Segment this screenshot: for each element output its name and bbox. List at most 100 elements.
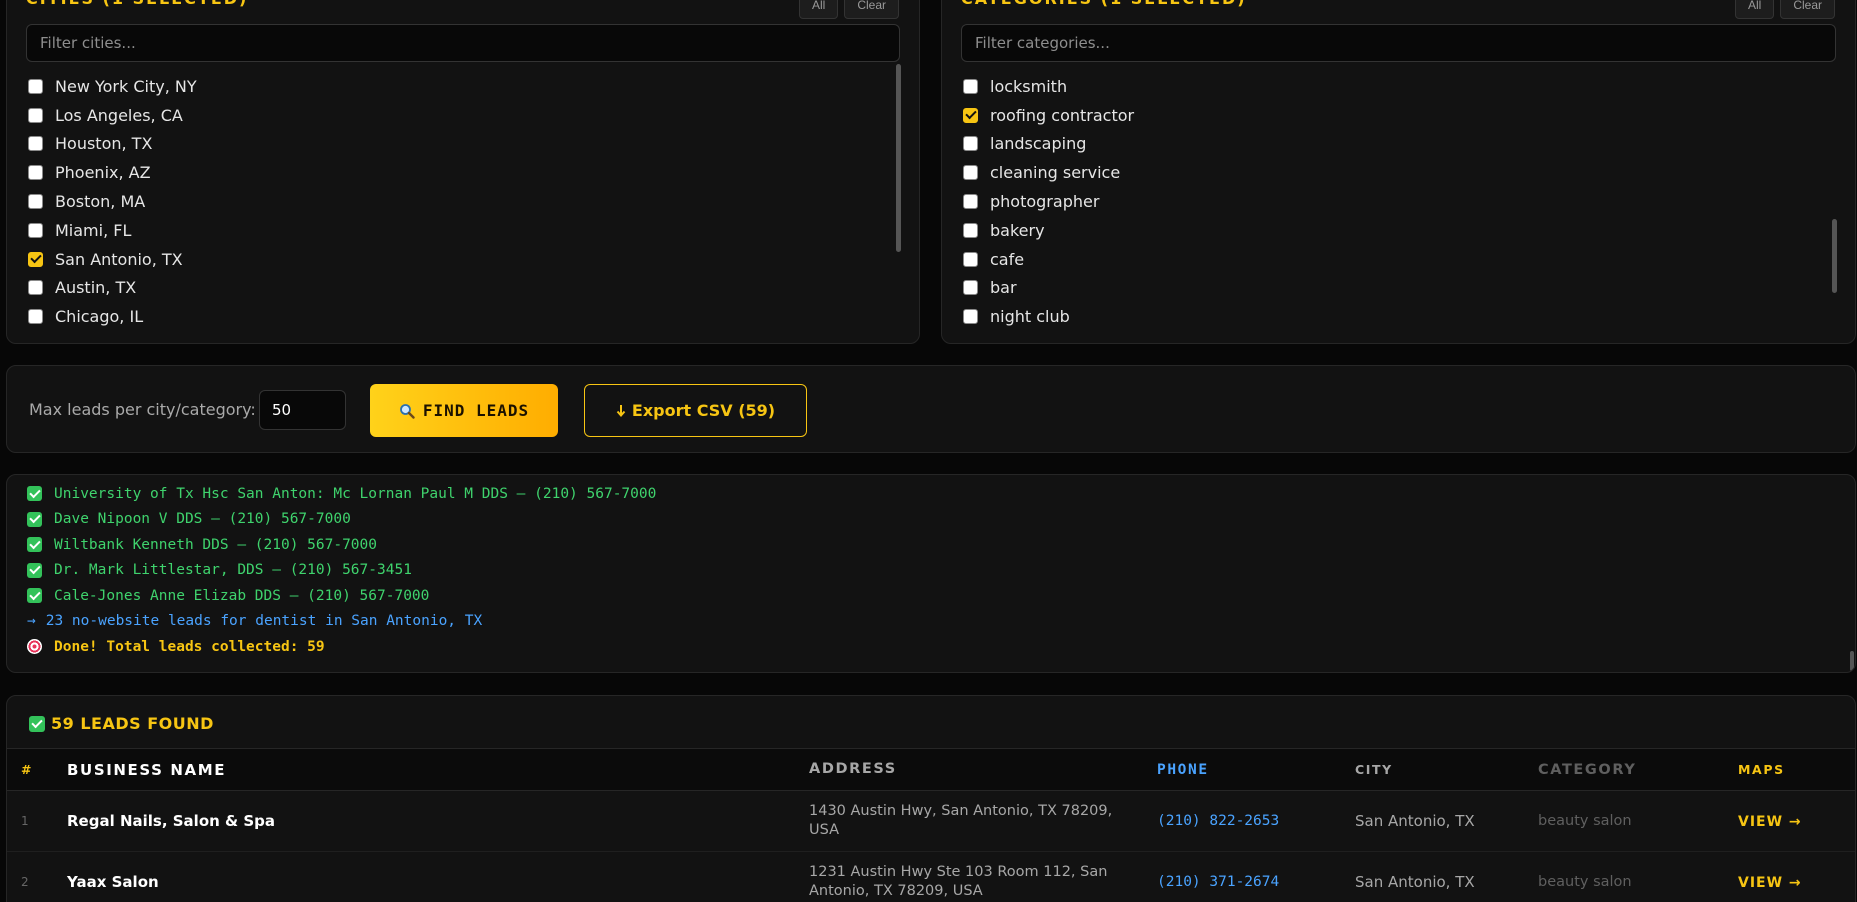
category-checkbox-item[interactable]: locksmith (963, 72, 1825, 101)
log-line-text: Dr. Mark Littlestar, DDS — (210) 567-345… (54, 562, 412, 579)
table-row[interactable]: 1 Regal Nails, Salon & Spa 1430 Austin Hwy… (7, 791, 1855, 852)
cell-city: San Antonio, TX (1355, 873, 1475, 891)
cell-maps: VIEW → (1738, 852, 1855, 902)
category-checkbox-label: locksmith (990, 76, 1068, 96)
categories-filter-input[interactable] (961, 24, 1836, 62)
categories-all-button[interactable]: All (1734, 0, 1775, 19)
category-checkbox[interactable] (963, 107, 978, 123)
city-checkbox-item[interactable]: Phoenix, AZ (28, 158, 889, 187)
col-header-business-name[interactable]: BUSINESS NAME (67, 749, 809, 791)
city-checkbox[interactable] (28, 194, 43, 210)
arrow-right-icon: → (27, 613, 36, 630)
table-row[interactable]: 2 Yaax Salon 1231 Austin Hwy Ste 103 Room … (7, 852, 1855, 902)
category-checkbox-item[interactable]: cafe (963, 245, 1825, 274)
city-checkbox-label: Phoenix, AZ (55, 163, 151, 183)
city-checkbox[interactable] (28, 280, 43, 296)
col-header-phone[interactable]: PHONE (1157, 749, 1355, 791)
city-checkbox[interactable] (28, 222, 43, 238)
city-checkbox-item[interactable]: Houston, TX (28, 130, 889, 159)
city-checkbox[interactable] (28, 107, 43, 123)
city-checkbox-item[interactable]: Boston, MA (28, 187, 889, 216)
cell-category: beauty salon (1538, 874, 1632, 890)
city-checkbox[interactable] (28, 309, 43, 325)
check-badge-icon (27, 486, 42, 502)
category-checkbox[interactable] (963, 165, 978, 181)
check-badge-icon (27, 588, 42, 604)
category-checkbox-label: photographer (990, 192, 1100, 212)
log-line-text: 23 no-website leads for dentist in San A… (45, 613, 483, 630)
category-checkbox-label: bakery (990, 220, 1045, 240)
category-checkbox[interactable] (963, 251, 978, 267)
log-scrollbar[interactable] (1850, 651, 1854, 671)
check-badge-icon (29, 715, 45, 732)
cell-phone[interactable]: (210) 822-2653 (1157, 791, 1355, 852)
cell-phone[interactable]: (210) 371-2674 (1157, 852, 1355, 902)
export-csv-label: Export CSV (59) (631, 401, 776, 420)
cities-scrollbar[interactable] (896, 64, 901, 252)
log-line-text: University of Tx Hsc San Anton: Mc Lorna… (54, 485, 657, 502)
col-header-address[interactable]: ADDRESS (809, 749, 1157, 791)
categories-scrollbar[interactable] (1832, 219, 1837, 293)
find-leads-label: FIND LEADS (422, 401, 530, 420)
col-header-num[interactable]: # (7, 749, 67, 791)
log-line: Dave Nipoon V DDS — (210) 567-7000 (27, 507, 1835, 533)
category-checkbox-label: landscaping (990, 134, 1087, 154)
results-header: 59 LEADS FOUND (29, 714, 214, 733)
max-leads-label: Max leads per city/category: (29, 400, 256, 419)
category-checkbox-item[interactable]: night club (963, 302, 1825, 331)
log-lines: University of Tx Hsc San Anton: Mc Lorna… (27, 481, 1835, 660)
category-checkbox[interactable] (963, 222, 978, 238)
results-title: 59 LEADS FOUND (51, 714, 214, 733)
city-checkbox[interactable] (28, 165, 43, 181)
city-checkbox-item[interactable]: San Antonio, TX (28, 245, 889, 274)
check-badge-icon (27, 511, 42, 527)
max-leads-input[interactable] (259, 390, 346, 430)
city-checkbox-item[interactable]: New York City, NY (28, 72, 889, 101)
category-checkbox[interactable] (963, 194, 978, 210)
categories-panel: CATEGORIES (1 SELECTED) All Clear locksm… (941, 0, 1856, 344)
log-line: → 23 no-website leads for dentist in San … (27, 609, 1835, 635)
category-checkbox[interactable] (963, 280, 978, 296)
log-line-text: Done! Total leads collected: 59 (54, 638, 325, 655)
log-line-text: Wiltbank Kenneth DDS — (210) 567-7000 (54, 536, 378, 553)
cell-row-number: 2 (21, 875, 29, 889)
cell-business-name: Yaax Salon (67, 873, 159, 891)
export-csv-button[interactable]: Export CSV (59) (584, 384, 807, 437)
col-header-city[interactable]: CITY (1355, 749, 1538, 791)
category-checkbox[interactable] (963, 309, 978, 325)
log-line: University of Tx Hsc San Anton: Mc Lorna… (27, 481, 1835, 507)
magnifier-icon (399, 403, 415, 419)
cities-all-button[interactable]: All (798, 0, 839, 19)
city-checkbox-item[interactable]: Austin, TX (28, 274, 889, 303)
city-checkbox-item[interactable]: Los Angeles, CA (28, 101, 889, 130)
city-checkbox[interactable] (28, 78, 43, 94)
category-checkbox-label: cleaning service (990, 163, 1121, 183)
maps-view-link[interactable]: VIEW → (1738, 814, 1802, 830)
categories-actions: All Clear (1734, 0, 1835, 19)
category-checkbox-item[interactable]: landscaping (963, 130, 1825, 159)
category-checkbox[interactable] (963, 136, 978, 152)
cities-clear-button[interactable]: Clear (844, 0, 899, 19)
category-checkbox-item[interactable]: bakery (963, 216, 1825, 245)
cities-filter-input[interactable] (26, 24, 900, 62)
city-checkbox-item[interactable]: Chicago, IL (28, 302, 889, 331)
city-checkbox-label: New York City, NY (55, 76, 197, 96)
category-checkbox-item[interactable]: bar (963, 274, 1825, 303)
col-header-category[interactable]: CATEGORY (1538, 749, 1738, 791)
categories-clear-button[interactable]: Clear (1780, 0, 1835, 19)
city-checkbox[interactable] (28, 136, 43, 152)
maps-view-link[interactable]: VIEW → (1738, 875, 1802, 891)
check-badge-icon (27, 537, 42, 553)
find-leads-button[interactable]: FIND LEADS (370, 384, 558, 437)
city-checkbox-label: Los Angeles, CA (55, 105, 183, 125)
category-checkbox-item[interactable]: cleaning service (963, 158, 1825, 187)
col-header-maps[interactable]: MAPS (1738, 749, 1855, 791)
city-checkbox-label: Boston, MA (55, 192, 146, 212)
category-checkbox-item[interactable]: photographer (963, 187, 1825, 216)
category-checkbox-item[interactable]: roofing contractor (963, 101, 1825, 130)
city-checkbox-item[interactable]: Miami, FL (28, 216, 889, 245)
category-checkbox[interactable] (963, 78, 978, 94)
log-line-text: Cale-Jones Anne Elizab DDS — (210) 567-7… (54, 587, 430, 604)
city-checkbox[interactable] (28, 251, 43, 267)
city-checkbox-label: San Antonio, TX (55, 249, 183, 269)
